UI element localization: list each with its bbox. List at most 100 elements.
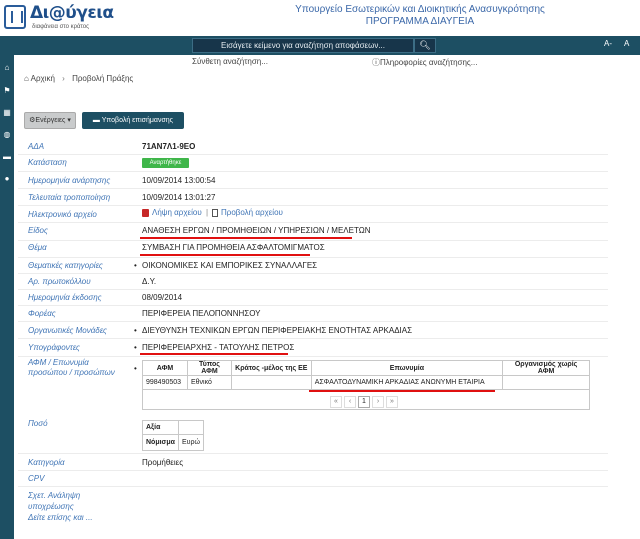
type-red-underline [140,237,352,239]
actions-dropdown-button[interactable]: ⚙Ενέργειες ▾ [24,112,76,129]
comments-icon[interactable]: ▬ [0,150,14,164]
subject-red-underline [140,254,310,256]
table-cell [178,420,204,435]
ministry-line-2: ΠΡΟΓΡΑΜΜΑ ΔΙΑΥΓΕΙΑ [365,16,475,27]
protocol-label: Αρ. πρωτοκόλλου [28,277,91,286]
bullet: • [134,364,137,373]
cpv-label: CPV [28,474,45,483]
categories-label: Θεματικές κατηγορίες [28,261,103,270]
row-divider [18,188,608,189]
home-icon[interactable]: ⌂ [0,61,14,75]
subject-value: ΣΥΜΒΑΣΗ ΓΙΑ ΠΡΟΜΗΘΕΙΑ ΑΣΦΑΛΤΟΜΙΓΜΑΤΟΣ [142,243,325,252]
table-row: Αξία [142,420,204,435]
status-badge: Αναρτήθηκε [142,158,189,168]
table-header-row: ΑΦΜ Τύπος ΑΦΜ Κράτος -μέλος της ΕΕ Επωνυ… [142,360,590,376]
value-header: Αξία [142,420,179,435]
pager-next[interactable]: › [372,396,384,408]
search-info-text: Πληροφορίες αναζήτησης... [380,58,478,67]
amount-table: Αξία Νόμισμα Ευρώ [142,420,204,451]
pager-first[interactable]: « [330,396,342,408]
afm-label: ΑΦΜ / Επωνυμία [28,358,89,367]
row-divider [18,453,608,454]
bullet: • [134,343,137,352]
type-value: ΑΝΑΘΕΣΗ ΕΡΓΩΝ / ΠΡΟΜΗΘΕΙΩΝ / ΥΠΗΡΕΣΙΩΝ /… [142,226,371,235]
breadcrumb: ⌂ Αρχική › Προβολή Πράξης [24,74,133,83]
issue-date-label: Ημερομηνία έκδοσης [28,293,102,302]
currency-header: Νόμισμα [142,434,179,451]
status-label: Κατάσταση [28,158,67,167]
row-divider [18,470,608,471]
font-increase-button[interactable]: A [624,39,629,48]
comment-icon: ▬ [92,117,100,124]
signers-red-underline [140,353,288,355]
search-button[interactable]: 🔍︎ [414,38,436,53]
row-divider [18,305,608,306]
protocol-value: Δ.Υ. [142,277,157,286]
afm-label-line-2: προσώπου / προσώπων [28,368,115,377]
ada-label: ΑΔΑ [28,142,45,151]
bullet: • [134,326,137,335]
actions-label: Ενέργειες [35,117,66,124]
row-divider [18,289,608,290]
breadcrumb-home[interactable]: Αρχική [31,74,55,83]
row-divider [18,257,608,258]
units-label: Οργανωτικές Μονάδες [28,326,107,335]
search-icon: 🔍︎ [419,40,431,50]
left-sidebar: ⌂ ⚑ ▦ ◍ ▬ ● [0,55,14,539]
report-button[interactable]: ▬ Υποβολή επισήμανσης [82,112,184,129]
amount-label: Ποσό [28,419,48,428]
pager-prev[interactable]: ‹ [344,396,356,408]
user-icon[interactable]: ● [0,172,14,186]
view-file-link[interactable]: Προβολή αρχείου [221,208,283,217]
file-label: Ηλεκτρονικό αρχείο [28,210,97,219]
diavgeia-logo[interactable]: Δι@ύγεια διαφάνεια στο κράτος [4,3,134,33]
posted-label: Ημερομηνία ανάρτησης [28,176,111,185]
advanced-search-link[interactable]: Σύνθετη αναζήτηση... [192,57,268,66]
caret-down-icon: ▾ [67,117,71,124]
pager-page-1[interactable]: 1 [358,396,370,408]
subject-label: Θέμα [28,243,47,252]
search-input[interactable]: Εισάγετε κείμενο για αναζήτηση αποφάσεων… [192,38,414,53]
bookmark-icon[interactable]: ⚑ [0,84,14,98]
related-obligation-label: Σχετ. Ανάληψη [28,491,81,500]
pager-last[interactable]: » [386,396,398,408]
home-small-icon: ⌂ [24,74,29,83]
globe-icon[interactable]: ◍ [0,128,14,142]
body-value: ΠΕΡΙΦΕΡΕΙΑ ΠΕΛΟΠΟΝΝΗΣΟΥ [142,309,261,318]
modified-label: Τελευταία τροποποίηση [28,193,111,202]
category-value: Προμήθειες [142,458,184,467]
greek-emblem-icon [4,5,26,29]
see-also-label[interactable]: Δείτε επίσης και ... [28,513,93,522]
font-decrease-button[interactable]: A- [604,39,612,48]
column-header: Οργανισμός χωρίς ΑΦΜ [502,360,590,376]
ada-value: 71ΑΝ7Λ1-9ΕΟ [142,142,196,151]
type-label: Είδος [28,226,48,235]
category-label: Κατηγορία [28,458,65,467]
signers-label: Υπογράφοντες [28,343,80,352]
column-header: Επωνυμία [310,360,504,376]
pdf-icon [142,209,149,217]
row-divider [18,321,608,322]
table-cell: ΑΣΦΑΛΤΟΔΥΝΑΜΙΚΗ ΑΡΚΑΔΙΑΣ ΑΝΩΝΥΜΗ ΕΤΑΙΡΙΑ [310,375,504,390]
posted-value: 10/09/2014 13:00:54 [142,176,216,185]
logo-subtitle: διαφάνεια στο κράτος [32,24,90,30]
table-cell: Εθνικό [186,375,232,390]
column-header: Κράτος -μέλος της ΕΕ [230,360,312,376]
row-divider [18,171,608,172]
table-row: Νόμισμα Ευρώ [142,434,204,451]
breadcrumb-current: Προβολή Πράξης [72,74,134,83]
search-info-link[interactable]: ⓘΠληροφορίες αναζήτησης... [372,57,477,68]
table-cell: 998490503 [142,375,188,390]
row-divider [18,205,608,206]
issue-date-value: 08/09/2014 [142,293,183,302]
ministry-line-1: Υπουργείο Εσωτερικών και Διοικητικής Ανα… [295,4,545,15]
ministry-title: Υπουργείο Εσωτερικών και Διοικητικής Ανα… [260,4,580,28]
units-value: ΔΙΕΥΘΥΝΣΗ ΤΕΧΝΙΚΩΝ ΕΡΓΩΝ ΠΕΡΙΦΕΡΕΙΑΚΗΣ Ε… [142,326,413,335]
row-divider [18,240,608,241]
link-separator: | [206,208,209,217]
company-red-underline [309,390,495,392]
report-label: Υποβολή επισήμανσης [101,117,174,124]
table-icon[interactable]: ▦ [0,106,14,120]
download-file-link[interactable]: Λήψη αρχείου [152,208,202,217]
row-divider [18,154,608,155]
